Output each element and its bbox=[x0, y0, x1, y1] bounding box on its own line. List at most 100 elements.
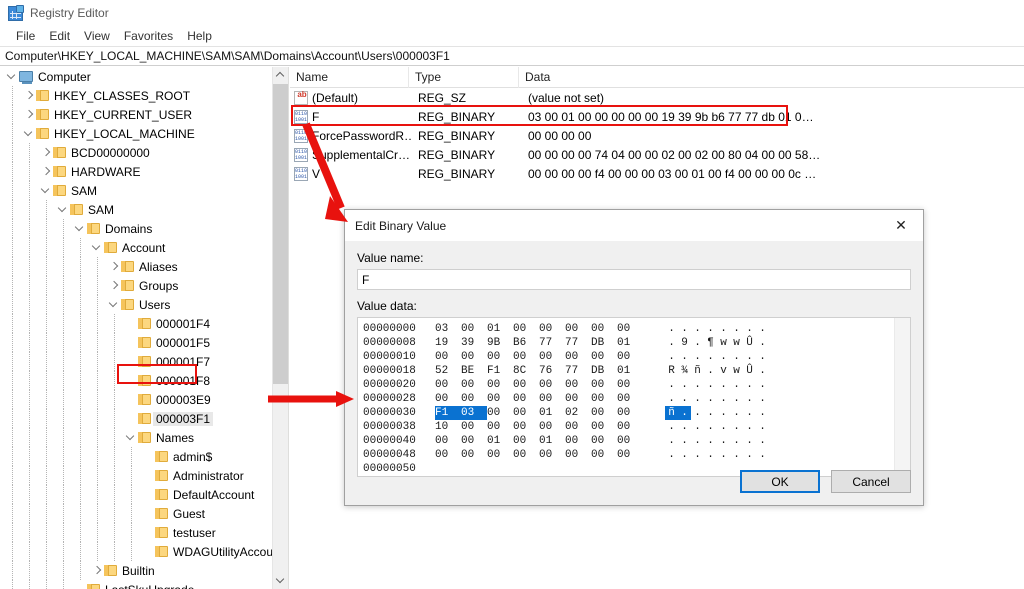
chevron-down-icon[interactable] bbox=[107, 295, 121, 314]
hex-ascii-char[interactable]: . bbox=[756, 434, 769, 448]
hex-ascii-group[interactable]: . 9. ¶ w w Û. bbox=[665, 336, 769, 350]
tree-item-groups[interactable]: Groups bbox=[0, 276, 272, 295]
hex-ascii-char[interactable]: . bbox=[717, 322, 730, 336]
hex-byte[interactable]: DB bbox=[591, 364, 617, 378]
hex-byte[interactable]: 00 bbox=[565, 322, 591, 336]
hex-byte[interactable]: 00 bbox=[513, 406, 539, 420]
hex-ascii-char[interactable]: . bbox=[743, 420, 756, 434]
tree-item-000001f5[interactable]: 000001F5 bbox=[0, 333, 272, 352]
hex-ascii-char[interactable]: ¶ bbox=[704, 336, 717, 350]
hex-byte[interactable]: 00 bbox=[435, 434, 461, 448]
chevron-down-icon[interactable] bbox=[56, 200, 70, 219]
hex-ascii-char[interactable]: . bbox=[678, 392, 691, 406]
chevron-down-icon[interactable] bbox=[124, 428, 138, 447]
hex-ascii-char[interactable]: . bbox=[743, 434, 756, 448]
hex-ascii-char[interactable]: w bbox=[717, 336, 730, 350]
chevron-right-icon[interactable] bbox=[90, 561, 104, 580]
hex-byte[interactable]: 77 bbox=[565, 364, 591, 378]
hex-byte[interactable]: F1 bbox=[435, 406, 461, 420]
hex-ascii-char[interactable]: . bbox=[665, 434, 678, 448]
hex-ascii-char[interactable]: . bbox=[704, 448, 717, 462]
hex-row[interactable]: 00000038 10 00 00 00 00 00 00 00........ bbox=[363, 420, 910, 434]
hex-row[interactable]: 00000018 52 BE F1 8C 76 77 DB 01 R ¾ ñ. v w Û. bbox=[363, 364, 910, 378]
hex-ascii-char[interactable]: 9 bbox=[678, 336, 691, 350]
column-header-name[interactable]: Name bbox=[290, 67, 408, 88]
hex-scrollbar[interactable] bbox=[894, 318, 910, 476]
tree-item-users[interactable]: Users bbox=[0, 295, 272, 314]
hex-ascii-char[interactable]: . bbox=[691, 406, 704, 420]
registry-tree[interactable]: Computer HKEY_CLASSES_ROOT HKEY_CURRENT_US… bbox=[0, 67, 272, 589]
hex-ascii-char[interactable]: . bbox=[730, 322, 743, 336]
tree-item-aliases[interactable]: Aliases bbox=[0, 257, 272, 276]
hex-dump[interactable]: 00000000 03 00 01 00 00 00 00 00........ 00000008… bbox=[358, 318, 910, 476]
hex-byte[interactable]: 00 bbox=[539, 378, 565, 392]
cancel-button[interactable]: Cancel bbox=[831, 470, 911, 493]
hex-row[interactable]: 00000028 00 00 00 00 00 00 00 00........ bbox=[363, 392, 910, 406]
tree-item-account[interactable]: Account bbox=[0, 238, 272, 257]
hex-ascii-char[interactable]: . bbox=[665, 420, 678, 434]
hex-byte[interactable]: 00 bbox=[435, 378, 461, 392]
hex-ascii-char[interactable]: . bbox=[730, 378, 743, 392]
hex-ascii-char[interactable]: . bbox=[717, 350, 730, 364]
hex-byte[interactable]: 00 bbox=[617, 420, 643, 434]
menu-item-help[interactable]: Help bbox=[180, 28, 219, 44]
chevron-right-icon[interactable] bbox=[22, 86, 36, 105]
hex-byte[interactable]: 76 bbox=[539, 364, 565, 378]
hex-byte[interactable]: DB bbox=[591, 336, 617, 350]
hex-byte[interactable]: 03 bbox=[461, 406, 487, 420]
hex-ascii-group[interactable]: ........ bbox=[665, 434, 769, 448]
hex-byte[interactable]: 00 bbox=[487, 350, 513, 364]
hex-byte[interactable]: 77 bbox=[565, 336, 591, 350]
hex-byte[interactable]: 00 bbox=[565, 434, 591, 448]
hex-ascii-char[interactable]: . bbox=[691, 322, 704, 336]
column-header-data[interactable]: Data bbox=[518, 66, 1018, 88]
hex-ascii-char[interactable]: . bbox=[704, 434, 717, 448]
hex-byte[interactable]: 00 bbox=[591, 448, 617, 462]
hex-ascii-char[interactable]: . bbox=[743, 392, 756, 406]
chevron-right-icon[interactable] bbox=[22, 105, 36, 124]
hex-ascii-char[interactable]: ñ bbox=[691, 364, 704, 378]
hex-byte[interactable]: 01 bbox=[487, 434, 513, 448]
tree-item-administrator[interactable]: Administrator bbox=[0, 466, 272, 485]
hex-ascii-char[interactable]: . bbox=[730, 392, 743, 406]
hex-ascii-char[interactable]: . bbox=[691, 420, 704, 434]
hex-row[interactable]: 00000030 F1 03 00 00 01 02 00 00 ñ....... bbox=[363, 406, 910, 420]
tree-item-lastskuupgrade[interactable]: LastSkuUpgrade bbox=[0, 580, 272, 589]
chevron-right-icon[interactable] bbox=[107, 276, 121, 295]
hex-ascii-char[interactable]: . bbox=[756, 378, 769, 392]
hex-ascii-char[interactable]: . bbox=[717, 434, 730, 448]
hex-byte[interactable]: 39 bbox=[461, 336, 487, 350]
hex-ascii-char[interactable]: . bbox=[665, 336, 678, 350]
tree-scrollbar-thumb[interactable] bbox=[273, 84, 288, 384]
tree-item-builtin[interactable]: Builtin bbox=[0, 561, 272, 580]
tree-item-000001f4[interactable]: 000001F4 bbox=[0, 314, 272, 333]
tree-item-names[interactable]: Names bbox=[0, 428, 272, 447]
hex-byte[interactable]: 00 bbox=[513, 378, 539, 392]
hex-ascii-char[interactable]: . bbox=[665, 350, 678, 364]
hex-ascii-char[interactable]: . bbox=[717, 406, 730, 420]
tree-item-000003f1[interactable]: 000003F1 bbox=[0, 409, 272, 428]
tree-scrollbar[interactable] bbox=[272, 67, 288, 589]
hex-ascii-char[interactable]: . bbox=[665, 378, 678, 392]
hex-byte[interactable]: 00 bbox=[539, 448, 565, 462]
tree-item-hardware[interactable]: HARDWARE bbox=[0, 162, 272, 181]
hex-editor[interactable]: 00000000 03 00 01 00 00 00 00 00........ 00000008… bbox=[357, 317, 911, 477]
hex-byte[interactable]: 00 bbox=[513, 420, 539, 434]
hex-row[interactable]: 00000008 19 39 9B B6 77 77 DB 01. 9. ¶ w w Û. bbox=[363, 336, 910, 350]
hex-byte[interactable]: 00 bbox=[617, 434, 643, 448]
hex-ascii-char[interactable]: . bbox=[730, 420, 743, 434]
hex-ascii-char[interactable]: Û bbox=[743, 364, 756, 378]
hex-ascii-group[interactable]: ........ bbox=[665, 322, 769, 336]
tree-scroll-down-button[interactable] bbox=[273, 572, 288, 589]
table-row[interactable]: V REG_BINARY 00 00 00 00 f4 00 00 00 03 00… bbox=[290, 164, 1024, 183]
hex-ascii-char[interactable]: . bbox=[665, 448, 678, 462]
hex-byte[interactable]: 00 bbox=[513, 392, 539, 406]
hex-ascii-group[interactable]: ........ bbox=[665, 420, 769, 434]
hex-ascii-char[interactable]: Û bbox=[743, 336, 756, 350]
hex-byte[interactable]: 19 bbox=[435, 336, 461, 350]
hex-ascii-char[interactable]: . bbox=[678, 434, 691, 448]
hex-byte[interactable]: 00 bbox=[461, 350, 487, 364]
menu-item-file[interactable]: File bbox=[9, 28, 42, 44]
hex-ascii-group[interactable]: ........ bbox=[665, 392, 769, 406]
hex-byte[interactable]: B6 bbox=[513, 336, 539, 350]
